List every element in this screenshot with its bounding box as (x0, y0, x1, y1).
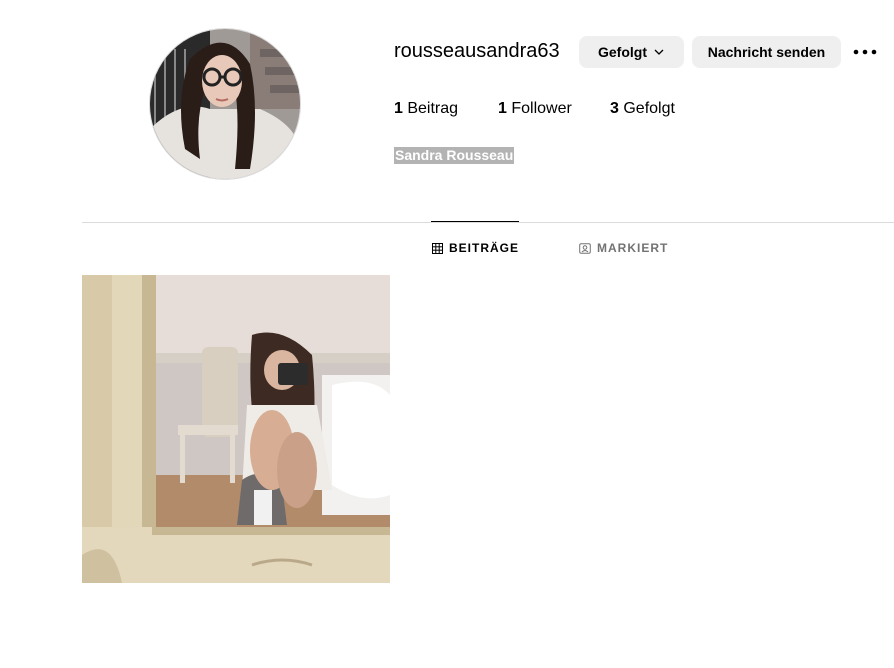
stat-followers[interactable]: 1 Follower (498, 100, 572, 118)
profile-username: rousseausandra63 (394, 40, 560, 62)
tab-tagged[interactable]: MARKIERT (579, 240, 668, 256)
following-button-label: Gefolgt (598, 44, 647, 60)
post-image (82, 275, 390, 583)
stat-following[interactable]: 3 Gefolgt (610, 100, 675, 118)
active-tab-indicator (431, 221, 519, 222)
more-options-icon[interactable] (852, 40, 878, 64)
following-button[interactable]: Gefolgt (579, 36, 684, 68)
followers-label: Follower (511, 100, 572, 117)
post-thumbnail[interactable] (82, 275, 390, 583)
posts-label: Beitrag (407, 100, 459, 117)
tab-tagged-label: MARKIERT (597, 241, 669, 255)
send-message-button[interactable]: Nachricht senden (692, 36, 841, 68)
profile-avatar[interactable] (149, 28, 301, 180)
tab-posts-label: BEITRÄGE (449, 241, 520, 255)
posts-count: 1 (394, 100, 403, 117)
avatar-image (150, 29, 300, 179)
send-message-button-label: Nachricht senden (707, 44, 826, 60)
grid-icon (432, 242, 443, 254)
stat-posts: 1 Beitrag (394, 100, 458, 118)
profile-full-name: Sandra Rousseau (394, 147, 515, 164)
profile-page: rousseausandra63 Gefolgt Nachricht sende… (0, 0, 894, 668)
followers-count: 1 (498, 100, 507, 117)
tagged-icon (579, 242, 591, 254)
following-label: Gefolgt (623, 100, 675, 117)
following-count: 3 (610, 100, 619, 117)
tabs-divider (82, 222, 894, 223)
chevron-down-icon (653, 46, 665, 58)
tab-posts[interactable]: BEITRÄGE (432, 240, 519, 256)
